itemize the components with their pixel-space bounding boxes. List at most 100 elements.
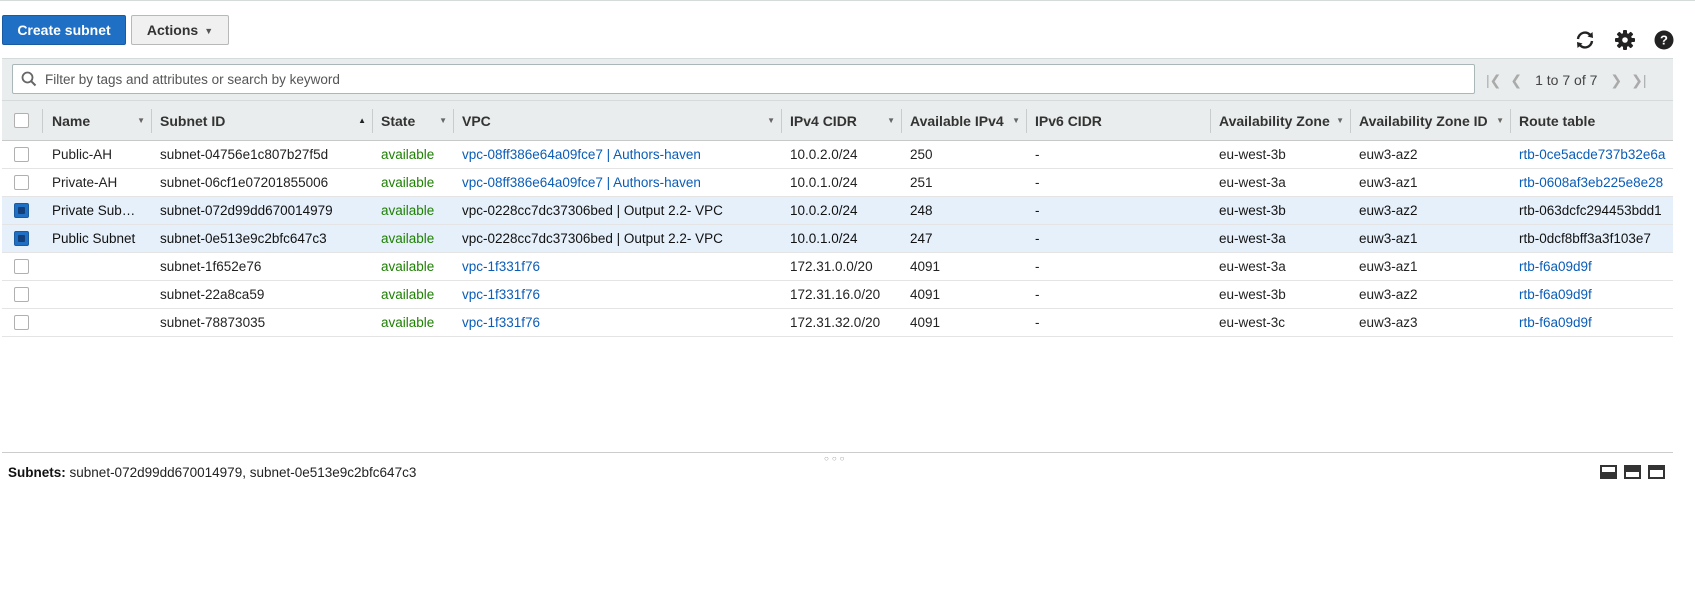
cell-vpc-link[interactable]: vpc-1f331f76 [454, 281, 781, 308]
row-checkbox[interactable] [14, 259, 29, 274]
sort-icon: ▼ [1496, 116, 1504, 125]
select-all-checkbox[interactable] [14, 113, 29, 128]
cell-state: available [381, 175, 435, 190]
gear-icon[interactable] [1613, 28, 1637, 52]
column-header-state[interactable]: State ▼ [373, 101, 453, 141]
next-page-icon[interactable]: ❯ [1610, 72, 1622, 89]
column-header-subnet-id[interactable]: Subnet ID ▲ [152, 101, 372, 141]
sort-icon: ▼ [1336, 116, 1344, 125]
cell-route-table-link[interactable]: rtb-f6a09d9f [1511, 253, 1673, 280]
cell-ipv6-cidr: - [1035, 203, 1040, 218]
column-header-label: Name [52, 113, 91, 129]
cell-name: Public-AH [52, 147, 113, 162]
column-header-label: Availability Zone [1219, 113, 1330, 129]
table-row[interactable]: Private Sub… subnet-072d99dd670014979 avai… [2, 197, 1673, 225]
column-header-label: Route table [1519, 113, 1596, 129]
cell-availability-zone: eu-west-3b [1219, 147, 1286, 162]
column-header-ipv4-cidr[interactable]: IPv4 CIDR ▼ [782, 101, 901, 141]
column-header-availability-zone[interactable]: Availability Zone ▼ [1211, 101, 1350, 141]
search-icon [21, 71, 37, 87]
pagination: |❮ ❮ 1 to 7 of 7 ❯ ❯| [1486, 70, 1647, 90]
layout-bottom-icon[interactable] [1600, 465, 1617, 479]
cell-available-ipv4: 4091 [910, 287, 941, 302]
search-input[interactable] [43, 66, 1474, 92]
layout-top-icon[interactable] [1648, 465, 1665, 479]
column-header-vpc[interactable]: VPC ▼ [454, 101, 781, 141]
cell-availability-zone: eu-west-3c [1219, 315, 1286, 330]
cell-availability-zone-id: euw3-az2 [1359, 203, 1418, 218]
cell-route-table-link[interactable]: rtb-0ce5acde737b32e6a [1511, 141, 1673, 168]
sort-icon: ▼ [137, 116, 145, 125]
cell-availability-zone-id: euw3-az1 [1359, 175, 1418, 190]
row-checkbox[interactable] [14, 315, 29, 330]
row-checkbox[interactable] [14, 175, 29, 190]
cell-vpc-link[interactable]: vpc-0228cc7dc37306bed | Output 2.2- VPC [454, 197, 781, 224]
help-icon[interactable]: ? [1652, 28, 1676, 52]
cell-subnet-id: subnet-22a8ca59 [160, 287, 265, 302]
refresh-icon[interactable] [1573, 28, 1597, 52]
cell-availability-zone: eu-west-3a [1219, 231, 1286, 246]
cell-vpc-link[interactable]: vpc-08ff386e64a09fce7 | Authors-haven [454, 141, 781, 168]
cell-available-ipv4: 4091 [910, 315, 941, 330]
column-header-label: Availability Zone ID [1359, 113, 1488, 129]
table-row[interactable]: Public-AH subnet-04756e1c807b27f5d availab… [2, 141, 1673, 169]
pagination-text: 1 to 7 of 7 [1535, 72, 1598, 88]
cell-subnet-id: subnet-0e513e9c2bfc647c3 [160, 231, 327, 246]
prev-page-icon[interactable]: ❮ [1510, 72, 1522, 89]
cell-availability-zone: eu-west-3b [1219, 287, 1286, 302]
cell-state: available [381, 287, 435, 302]
cell-name: Private Sub… [52, 203, 136, 218]
cell-name [44, 253, 151, 280]
resize-handle[interactable]: ○○○ [824, 454, 848, 463]
cell-vpc-link[interactable]: vpc-0228cc7dc37306bed | Output 2.2- VPC [454, 225, 781, 252]
table-row[interactable]: Public Subnet subnet-0e513e9c2bfc647c3 ava… [2, 225, 1673, 253]
table-row[interactable]: subnet-1f652e76 available vpc-1f331f76 172.… [2, 253, 1673, 281]
details-value: subnet-072d99dd670014979, subnet-0e513e9… [69, 465, 417, 480]
actions-button[interactable]: Actions ▼ [131, 15, 229, 45]
cell-availability-zone-id: euw3-az1 [1359, 231, 1418, 246]
column-header-name[interactable]: Name ▼ [44, 101, 151, 141]
column-header-label: Subnet ID [160, 113, 226, 129]
row-checkbox[interactable] [14, 287, 29, 302]
column-header-ipv6-cidr[interactable]: IPv6 CIDR [1027, 101, 1210, 141]
layout-split-icon[interactable] [1624, 465, 1641, 479]
filter-bar: |❮ ❮ 1 to 7 of 7 ❯ ❯| [2, 58, 1673, 100]
cell-subnet-id: subnet-04756e1c807b27f5d [160, 147, 329, 162]
cell-available-ipv4: 247 [910, 231, 933, 246]
cell-vpc-link[interactable]: vpc-1f331f76 [454, 253, 781, 280]
last-page-icon[interactable]: ❯| [1631, 72, 1646, 89]
cell-state: available [381, 203, 435, 218]
column-header-availability-zone-id[interactable]: Availability Zone ID ▼ [1351, 101, 1510, 141]
cell-route-table-link[interactable]: rtb-063dcfc294453bdd1 [1511, 197, 1673, 224]
table-row[interactable]: subnet-78873035 available vpc-1f331f76 172.… [2, 309, 1673, 337]
cell-route-table-link[interactable]: rtb-f6a09d9f [1511, 281, 1673, 308]
cell-ipv4-cidr: 10.0.2.0/24 [790, 147, 858, 162]
table-row[interactable]: Private-AH subnet-06cf1e07201855006 availa… [2, 169, 1673, 197]
cell-subnet-id: subnet-072d99dd670014979 [160, 203, 333, 218]
cell-route-table-link[interactable]: rtb-0608af3eb225e8e28 [1511, 169, 1673, 196]
row-checkbox[interactable] [14, 231, 29, 246]
cell-ipv6-cidr: - [1035, 231, 1040, 246]
table-row[interactable]: subnet-22a8ca59 available vpc-1f331f76 172.… [2, 281, 1673, 309]
cell-name: Private-AH [52, 175, 118, 190]
cell-ipv4-cidr: 10.0.1.0/24 [790, 231, 858, 246]
cell-route-table-link[interactable]: rtb-f6a09d9f [1511, 309, 1673, 336]
row-checkbox[interactable] [14, 147, 29, 162]
row-checkbox[interactable] [14, 203, 29, 218]
cell-route-table-link[interactable]: rtb-0dcf8bff3a3f103e7 [1511, 225, 1673, 252]
top-border [0, 0, 1695, 1]
column-header-available-ipv4[interactable]: Available IPv4 ▼ [902, 101, 1026, 141]
cell-vpc-link[interactable]: vpc-1f331f76 [454, 309, 781, 336]
layout-toggle [1600, 465, 1665, 479]
first-page-icon[interactable]: |❮ [1486, 72, 1501, 89]
create-subnet-button[interactable]: Create subnet [2, 15, 126, 45]
actions-label: Actions [146, 22, 199, 38]
svg-text:?: ? [1660, 33, 1668, 48]
cell-available-ipv4: 248 [910, 203, 933, 218]
cell-subnet-id: subnet-06cf1e07201855006 [160, 175, 329, 190]
column-header-route-table[interactable]: Route table [1511, 101, 1673, 141]
cell-name: Public Subnet [52, 231, 136, 246]
details-label: Subnets: [8, 465, 66, 480]
cell-vpc-link[interactable]: vpc-08ff386e64a09fce7 | Authors-haven [454, 169, 781, 196]
panel-splitter [2, 452, 1673, 453]
